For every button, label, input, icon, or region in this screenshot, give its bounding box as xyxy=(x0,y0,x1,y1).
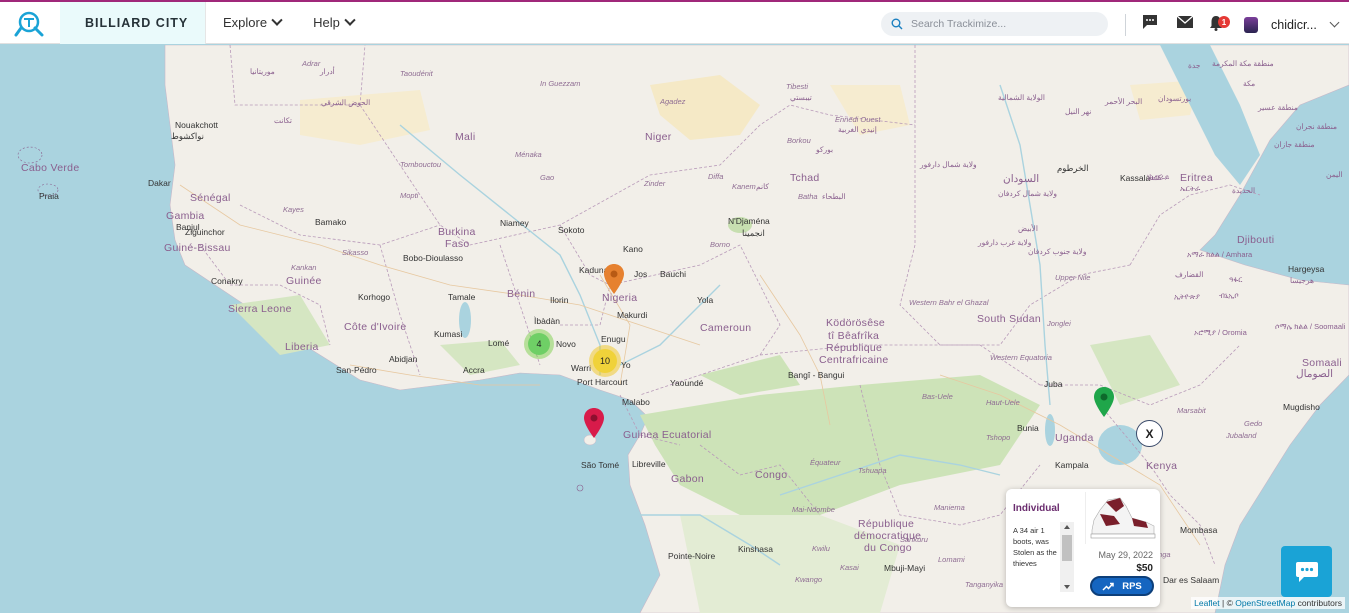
search-icon xyxy=(891,18,903,30)
popup-price: $50 xyxy=(1136,563,1153,574)
rps-button[interactable]: RPS xyxy=(1090,576,1154,596)
lake-volta xyxy=(459,302,471,338)
trending-up-icon xyxy=(1102,582,1114,591)
popup-scrollbar[interactable] xyxy=(1060,522,1074,592)
map-canvas[interactable]: Cabo Verde Sénégal Gambia Guiné-Bissau G… xyxy=(0,45,1349,613)
sneaker-image xyxy=(1090,497,1156,539)
chevron-down-icon xyxy=(344,14,356,26)
lake-chad xyxy=(728,217,752,233)
user-menu-chevron-icon[interactable] xyxy=(1329,17,1340,28)
attribution-separator: | © xyxy=(1219,598,1236,608)
chat-bubble-icon xyxy=(1295,561,1318,582)
island xyxy=(576,484,584,492)
search-box[interactable] xyxy=(881,12,1108,36)
notification-badge: 1 xyxy=(1218,16,1230,28)
main-nav: Explore Help xyxy=(206,2,370,44)
logo-icon xyxy=(14,11,44,36)
header-divider xyxy=(1125,14,1126,36)
chevron-down-icon xyxy=(271,14,283,26)
leaflet-link[interactable]: Leaflet xyxy=(1194,598,1220,608)
brand-name[interactable]: BILLIARD CITY xyxy=(60,1,206,44)
search-input[interactable] xyxy=(911,18,1101,30)
map-attribution: Leaflet | © OpenStreetMap contributors xyxy=(1191,597,1345,609)
item-popup-card[interactable]: Individual A 34 air 1 boots, was Stolen … xyxy=(1006,489,1160,607)
scroll-up-icon[interactable] xyxy=(1064,525,1070,529)
mail-icon[interactable] xyxy=(1177,16,1193,28)
popup-description: A 34 air 1 boots, was Stolen as the thie… xyxy=(1013,526,1057,568)
orange-map-pin-icon[interactable] xyxy=(603,263,625,295)
popup-item-image xyxy=(1085,492,1157,544)
messages-icon[interactable] xyxy=(1142,14,1158,30)
popup-date: May 29, 2022 xyxy=(1098,550,1153,560)
marker-cluster[interactable]: 10 xyxy=(589,345,621,377)
nav-explore-label: Explore xyxy=(223,15,268,30)
cluster-count: 10 xyxy=(599,356,610,366)
rps-button-label: RPS xyxy=(1122,580,1142,592)
trackimize-logo[interactable] xyxy=(0,2,60,44)
marker-cluster-inner: 10 xyxy=(593,349,617,373)
nav-explore[interactable]: Explore xyxy=(206,2,297,44)
nav-help-label: Help xyxy=(313,15,340,30)
osm-link[interactable]: OpenStreetMap xyxy=(1235,598,1295,608)
top-header: BILLIARD CITY Explore Help 1 chidicr... xyxy=(0,1,1349,44)
avatar[interactable] xyxy=(1244,17,1258,33)
green-map-pin-icon[interactable] xyxy=(1093,386,1115,418)
marker-cluster[interactable]: 4 xyxy=(524,329,554,359)
username[interactable]: chidicr... xyxy=(1271,18,1317,32)
marker-cluster-inner: 4 xyxy=(528,333,550,355)
island xyxy=(17,146,43,164)
chat-widget-button[interactable] xyxy=(1281,546,1332,597)
scroll-down-icon[interactable] xyxy=(1064,585,1070,589)
close-popup-button[interactable]: X xyxy=(1136,420,1163,447)
island xyxy=(37,183,59,197)
cluster-count: 4 xyxy=(536,339,542,349)
attribution-suffix: contributors xyxy=(1295,598,1342,608)
scroll-thumb[interactable] xyxy=(1062,535,1072,561)
popup-title: Individual xyxy=(1013,503,1060,514)
nav-help[interactable]: Help xyxy=(297,2,370,44)
red-map-pin-icon[interactable] xyxy=(583,407,605,439)
lake-albert xyxy=(1045,414,1055,446)
